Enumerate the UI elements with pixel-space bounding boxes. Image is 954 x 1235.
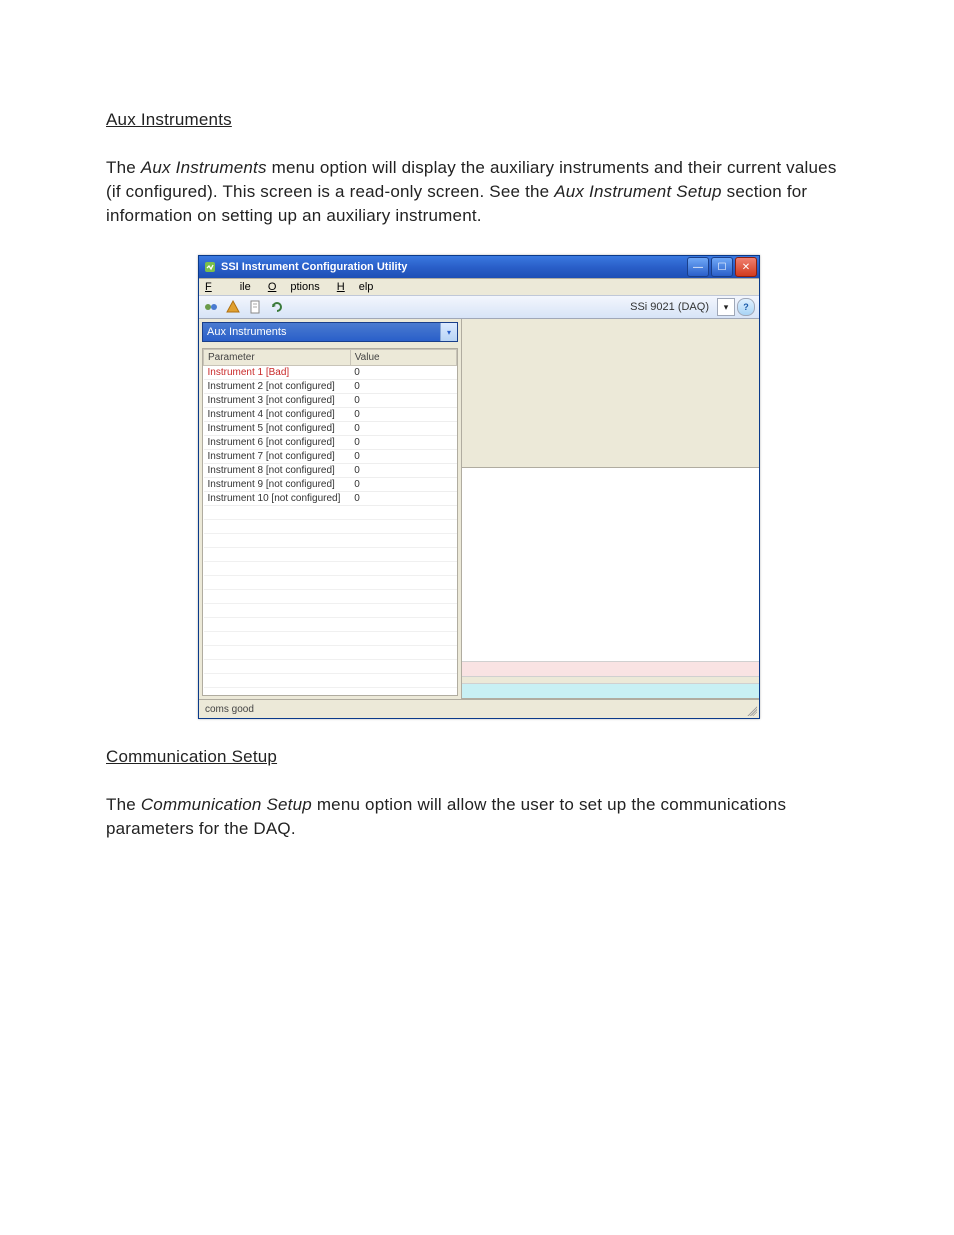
window-title: SSI Instrument Configuration Utility (221, 261, 687, 273)
table-row (204, 506, 457, 520)
cell-parameter: Instrument 3 [not configured] (204, 394, 351, 408)
table-row (204, 688, 457, 697)
help-icon[interactable]: ? (737, 298, 755, 316)
text-italic: Aux Instruments (141, 158, 267, 177)
refresh-icon[interactable] (269, 299, 285, 315)
statusbar: coms good (199, 699, 759, 718)
heading-communication-setup: Communication Setup (106, 747, 852, 767)
table-row (204, 674, 457, 688)
menu-help[interactable]: Help (337, 281, 374, 293)
document-icon[interactable] (247, 299, 263, 315)
device-label: SSi 9021 (DAQ) (630, 301, 709, 313)
table-row[interactable]: Instrument 4 [not configured]0 (204, 408, 457, 422)
table-row[interactable]: Instrument 9 [not configured]0 (204, 478, 457, 492)
cell-value: 0 (350, 408, 456, 422)
cell-parameter: Instrument 4 [not configured] (204, 408, 351, 422)
titlebar[interactable]: SSI Instrument Configuration Utility — ☐… (199, 256, 759, 278)
cell-value: 0 (350, 492, 456, 506)
table-row (204, 590, 457, 604)
alert-icon[interactable] (225, 299, 241, 315)
cell-value: 0 (350, 450, 456, 464)
left-pane: Aux Instruments ▾ Parameter Value Instr (199, 319, 461, 699)
table-row (204, 646, 457, 660)
cell-value: 0 (350, 366, 456, 380)
cell-parameter: Instrument 1 [Bad] (204, 366, 351, 380)
table-row (204, 534, 457, 548)
parameter-grid: Parameter Value Instrument 1 [Bad]0Instr… (202, 348, 458, 696)
right-detail-panel (462, 467, 759, 699)
status-strip-warning (462, 661, 759, 676)
table-row (204, 660, 457, 674)
table-row[interactable]: Instrument 5 [not configured]0 (204, 422, 457, 436)
table-row (204, 562, 457, 576)
cell-parameter: Instrument 10 [not configured] (204, 492, 351, 506)
table-row[interactable]: Instrument 8 [not configured]0 (204, 464, 457, 478)
app-icon (203, 260, 217, 274)
text: The (106, 158, 141, 177)
menubar: File Options Help (199, 279, 759, 295)
maximize-button[interactable]: ☐ (711, 257, 733, 277)
text-italic: Aux Instrument Setup (554, 182, 721, 201)
cell-value: 0 (350, 436, 456, 450)
status-text: coms good (205, 704, 254, 715)
menu-options[interactable]: Options (268, 281, 320, 293)
menu-file[interactable]: File (205, 281, 251, 293)
right-pane (461, 319, 759, 699)
cell-value: 0 (350, 478, 456, 492)
heading-aux-instruments: Aux Instruments (106, 110, 852, 130)
section-select-label: Aux Instruments (207, 326, 286, 338)
cell-parameter: Instrument 9 [not configured] (204, 478, 351, 492)
table-row[interactable]: Instrument 10 [not configured]0 (204, 492, 457, 506)
section-select[interactable]: Aux Instruments ▾ (202, 322, 458, 342)
col-parameter[interactable]: Parameter (204, 350, 351, 366)
right-top-panel (462, 319, 759, 467)
connect-icon[interactable] (203, 299, 219, 315)
resize-grip-icon[interactable] (745, 704, 757, 716)
table-row (204, 576, 457, 590)
cell-parameter: Instrument 5 [not configured] (204, 422, 351, 436)
col-value[interactable]: Value (350, 350, 456, 366)
table-row (204, 632, 457, 646)
cell-parameter: Instrument 2 [not configured] (204, 380, 351, 394)
close-button[interactable]: ✕ (735, 257, 757, 277)
text-italic: Communication Setup (141, 795, 312, 814)
table-row[interactable]: Instrument 2 [not configured]0 (204, 380, 457, 394)
cell-value: 0 (350, 422, 456, 436)
table-row (204, 548, 457, 562)
minimize-button[interactable]: — (687, 257, 709, 277)
device-dropdown[interactable]: ▾ (717, 298, 735, 316)
table-row (204, 520, 457, 534)
cell-value: 0 (350, 464, 456, 478)
table-row[interactable]: Instrument 6 [not configured]0 (204, 436, 457, 450)
cell-parameter: Instrument 7 [not configured] (204, 450, 351, 464)
table-row[interactable]: Instrument 3 [not configured]0 (204, 394, 457, 408)
app-window: SSI Instrument Configuration Utility — ☐… (198, 255, 760, 719)
text: The (106, 795, 141, 814)
cell-parameter: Instrument 6 [not configured] (204, 436, 351, 450)
toolbar: SSi 9021 (DAQ) ▾ ? (199, 295, 759, 319)
status-strip-info (462, 683, 759, 698)
table-row (204, 604, 457, 618)
paragraph-aux: The Aux Instruments menu option will dis… (106, 156, 852, 227)
cell-value: 0 (350, 380, 456, 394)
cell-parameter: Instrument 8 [not configured] (204, 464, 351, 478)
paragraph-comm: The Communication Setup menu option will… (106, 793, 852, 841)
chevron-down-icon[interactable]: ▾ (440, 323, 457, 341)
table-row (204, 618, 457, 632)
table-row[interactable]: Instrument 7 [not configured]0 (204, 450, 457, 464)
table-row[interactable]: Instrument 1 [Bad]0 (204, 366, 457, 380)
cell-value: 0 (350, 394, 456, 408)
